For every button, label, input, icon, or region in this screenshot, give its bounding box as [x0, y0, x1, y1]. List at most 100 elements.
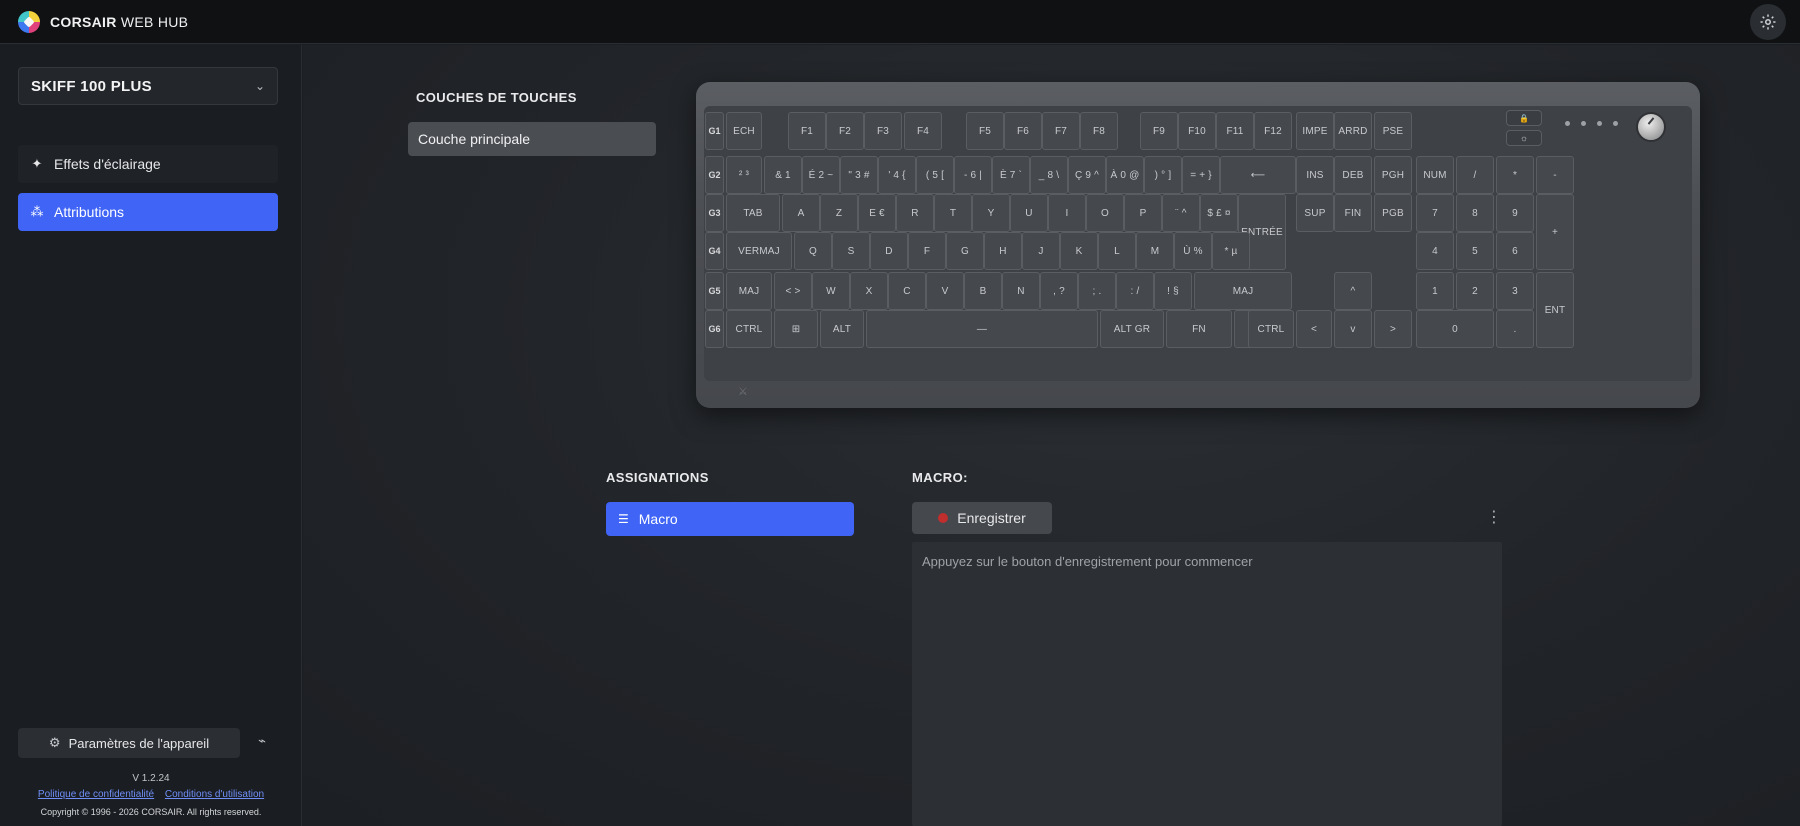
global-settings-button[interactable]: [1750, 4, 1786, 40]
key[interactable]: —: [866, 310, 1098, 348]
key[interactable]: NUM: [1416, 156, 1454, 194]
key[interactable]: ARRD: [1334, 112, 1372, 150]
key[interactable]: ¨ ^: [1162, 194, 1200, 232]
layer-main-button[interactable]: Couche principale: [408, 122, 656, 156]
g-key-5[interactable]: G5: [705, 272, 724, 310]
key[interactable]: À 0 @: [1106, 156, 1144, 194]
key[interactable]: 6: [1496, 232, 1534, 270]
key[interactable]: B: [964, 272, 1002, 310]
device-settings-button[interactable]: ⚙ Paramètres de l'appareil: [18, 728, 240, 758]
key[interactable]: <: [1296, 310, 1332, 348]
key[interactable]: /: [1456, 156, 1494, 194]
key[interactable]: F3: [864, 112, 902, 150]
key[interactable]: R: [896, 194, 934, 232]
key[interactable]: M: [1136, 232, 1174, 270]
device-selector[interactable]: SKIFF 100 PLUS ⌄: [18, 67, 278, 105]
key[interactable]: = + }: [1182, 156, 1220, 194]
usb-connection-icon[interactable]: ⌁: [252, 733, 272, 753]
key[interactable]: , ?: [1040, 272, 1078, 310]
key[interactable]: v: [1334, 310, 1372, 348]
key[interactable]: 7: [1416, 194, 1454, 232]
key[interactable]: U: [1010, 194, 1048, 232]
key[interactable]: F12: [1254, 112, 1292, 150]
privacy-link[interactable]: Politique de confidentialité: [38, 789, 154, 800]
g-key-4[interactable]: G4: [705, 232, 724, 270]
key[interactable]: INS: [1296, 156, 1334, 194]
key[interactable]: ' 4 {: [878, 156, 916, 194]
key[interactable]: ) ° ]: [1144, 156, 1182, 194]
key[interactable]: 2: [1456, 272, 1494, 310]
key[interactable]: * µ: [1212, 232, 1250, 270]
key[interactable]: CTRL: [1248, 310, 1294, 348]
volume-knob[interactable]: [1636, 112, 1666, 142]
key[interactable]: ; .: [1078, 272, 1116, 310]
key[interactable]: < >: [774, 272, 812, 310]
key[interactable]: ALT: [820, 310, 864, 348]
macro-editor[interactable]: Appuyez sur le bouton d'enregistrement p…: [912, 542, 1502, 826]
key[interactable]: & 1: [764, 156, 802, 194]
sidebar-item-lighting-effects[interactable]: ✦ Effets d'éclairage: [18, 145, 278, 183]
key[interactable]: F7: [1042, 112, 1080, 150]
sidebar-item-assignments[interactable]: ⁂ Attributions: [18, 193, 278, 231]
key[interactable]: 3: [1496, 272, 1534, 310]
key[interactable]: É 2 ~: [802, 156, 840, 194]
key[interactable]: X: [850, 272, 888, 310]
key[interactable]: 4: [1416, 232, 1454, 270]
key[interactable]: O: [1086, 194, 1124, 232]
key[interactable]: G: [946, 232, 984, 270]
key[interactable]: A: [782, 194, 820, 232]
key[interactable]: J: [1022, 232, 1060, 270]
key[interactable]: MAJ: [1194, 272, 1292, 310]
key[interactable]: 0: [1416, 310, 1494, 348]
key[interactable]: F11: [1216, 112, 1254, 150]
key[interactable]: ^: [1334, 272, 1372, 310]
assignment-macro-button[interactable]: ☰ Macro: [606, 502, 854, 536]
key[interactable]: CTRL: [726, 310, 772, 348]
key[interactable]: ² ³: [726, 156, 762, 194]
key[interactable]: F5: [966, 112, 1004, 150]
key[interactable]: FN: [1166, 310, 1232, 348]
key[interactable]: F6: [1004, 112, 1042, 150]
key[interactable]: .: [1496, 310, 1534, 348]
terms-link[interactable]: Conditions d'utilisation: [165, 789, 264, 800]
key[interactable]: L: [1098, 232, 1136, 270]
key[interactable]: ! §: [1154, 272, 1192, 310]
record-button[interactable]: Enregistrer: [912, 502, 1052, 534]
key[interactable]: F9: [1140, 112, 1178, 150]
key[interactable]: P: [1124, 194, 1162, 232]
key[interactable]: ( 5 [: [916, 156, 954, 194]
key[interactable]: K: [1060, 232, 1098, 270]
key[interactable]: ECH: [726, 112, 762, 150]
g-key-2[interactable]: G2: [705, 156, 724, 194]
key[interactable]: F8: [1080, 112, 1118, 150]
key[interactable]: PSE: [1374, 112, 1412, 150]
key[interactable]: ENT: [1536, 272, 1574, 348]
key[interactable]: TAB: [726, 194, 780, 232]
key[interactable]: +: [1536, 194, 1574, 270]
key[interactable]: 5: [1456, 232, 1494, 270]
key[interactable]: E €: [858, 194, 896, 232]
key[interactable]: Ù %: [1174, 232, 1212, 270]
key[interactable]: È 7 `: [992, 156, 1030, 194]
key[interactable]: Ç 9 ^: [1068, 156, 1106, 194]
key[interactable]: 1: [1416, 272, 1454, 310]
key[interactable]: DEB: [1334, 156, 1372, 194]
key[interactable]: ⟵: [1220, 156, 1296, 194]
key[interactable]: T: [934, 194, 972, 232]
key[interactable]: _ 8 \: [1030, 156, 1068, 194]
g-key-6[interactable]: G6: [705, 310, 724, 348]
key[interactable]: N: [1002, 272, 1040, 310]
key[interactable]: -: [1536, 156, 1574, 194]
key[interactable]: 8: [1456, 194, 1494, 232]
key[interactable]: Y: [972, 194, 1010, 232]
g-key-1[interactable]: G1: [705, 112, 724, 150]
key[interactable]: F10: [1178, 112, 1216, 150]
key[interactable]: F4: [904, 112, 942, 150]
key[interactable]: ALT GR: [1100, 310, 1164, 348]
key[interactable]: 9: [1496, 194, 1534, 232]
key[interactable]: SUP: [1296, 194, 1334, 232]
key[interactable]: ⊞: [774, 310, 818, 348]
key[interactable]: C: [888, 272, 926, 310]
key[interactable]: PGH: [1374, 156, 1412, 194]
more-options-icon[interactable]: ⋮: [1486, 505, 1502, 531]
